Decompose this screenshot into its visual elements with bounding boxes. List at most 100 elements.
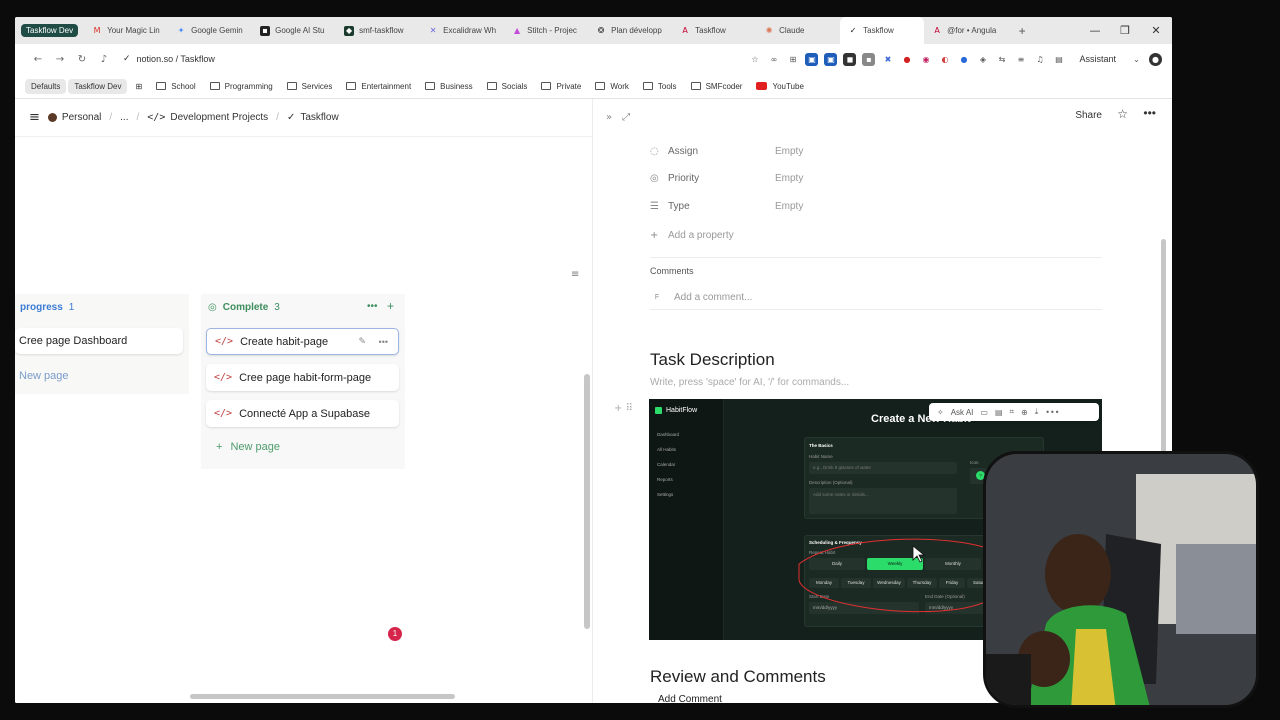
extension-icon[interactable]: ▤ <box>1052 53 1065 66</box>
maximize-icon[interactable]: ❐ <box>1110 17 1140 44</box>
assistant-button[interactable]: Assistant <box>1079 54 1116 64</box>
ask-ai-button[interactable]: Ask AI <box>951 408 974 417</box>
add-comment-button[interactable]: Add Comment <box>650 692 730 703</box>
breadcrumb-ellipsis[interactable]: ... <box>120 112 128 123</box>
extension-icon[interactable]: ▣ <box>824 52 838 66</box>
more-icon[interactable]: ••• <box>1143 106 1156 120</box>
bookmark-school[interactable]: School <box>150 79 201 94</box>
url-field[interactable]: ✓ notion.so / Taskflow <box>123 54 215 64</box>
scroll-thumb[interactable] <box>584 374 590 629</box>
minimize-icon[interactable]: — <box>1080 17 1110 44</box>
tab-smf-taskflow[interactable]: ◆ smf-taskflow <box>336 17 420 44</box>
link-icon[interactable]: ∞ <box>767 53 780 66</box>
tab-label: Plan développ <box>611 26 662 35</box>
zoom-icon[interactable]: ⊕ <box>1021 408 1028 417</box>
card-cree-page-dashboard[interactable]: Cree page Dashboard <box>15 328 183 354</box>
extension-icon[interactable]: ◉ <box>919 53 932 66</box>
expand-icon[interactable]: ⤢ <box>622 112 630 123</box>
extension-icon[interactable]: ▪ <box>862 52 876 66</box>
bookmark-star-icon[interactable]: ☆ <box>748 53 761 66</box>
breadcrumb-dev-projects[interactable]: </> Development Projects <box>147 112 268 123</box>
forward-icon[interactable]: → <box>49 54 71 65</box>
new-tab-icon[interactable]: + <box>1012 24 1032 38</box>
caption-icon[interactable]: ▤ <box>995 408 1003 417</box>
plus-icon: + <box>216 441 223 453</box>
bookmark-tools[interactable]: Tools <box>637 79 683 94</box>
tab-gemini[interactable]: ✦ Google Gemin <box>168 17 252 44</box>
close-window-icon[interactable]: ✕ <box>1141 17 1171 44</box>
extension-icon[interactable]: ⇆ <box>995 53 1008 66</box>
column-header: ◎ Complete 3 <box>208 302 280 313</box>
reload-icon[interactable]: ↻ <box>71 54 93 65</box>
tab-claude[interactable]: ✺ Claude <box>756 17 840 44</box>
new-page-button[interactable]: New page <box>19 370 69 382</box>
profile-avatar[interactable]: ● <box>1149 52 1162 66</box>
vertical-scrollbar[interactable] <box>584 119 590 685</box>
filter-icon[interactable]: ≡ <box>571 269 579 280</box>
extension-icon[interactable]: ● <box>957 53 970 66</box>
bookmark-business[interactable]: Business <box>419 79 478 94</box>
mic-icon[interactable]: ♪ <box>93 54 115 65</box>
more-icon[interactable]: ••• <box>367 301 378 312</box>
tab-angular-for[interactable]: A @for • Angula <box>924 17 1008 44</box>
comment-input[interactable]: F Add a comment... <box>650 286 1102 310</box>
bookmark-private[interactable]: Private <box>535 79 587 94</box>
folder-icon <box>690 82 701 90</box>
bookmark-work[interactable]: Work <box>589 79 635 94</box>
bookmark-socials[interactable]: Socials <box>481 79 534 94</box>
bookmark-defaults[interactable]: Defaults <box>25 78 67 94</box>
crop-icon[interactable]: ⌗ <box>1010 407 1015 417</box>
notification-badge[interactable]: 1 <box>388 627 402 641</box>
more-icon[interactable]: ••• <box>379 337 388 347</box>
favorite-star-icon[interactable]: ☆ <box>1117 107 1128 121</box>
drag-handle-icon[interactable]: + ⠿ <box>614 403 633 414</box>
tab-chatgpt[interactable]: ❂ Plan développ <box>588 17 672 44</box>
card-cree-page-habit-form[interactable]: </> Cree page habit-form-page <box>206 364 399 391</box>
audio-icon[interactable]: ♫ <box>1033 53 1046 66</box>
chevron-down-icon[interactable]: ⌄ <box>1130 53 1143 66</box>
back-icon[interactable]: ← <box>27 54 49 65</box>
edit-icon[interactable]: ✎ <box>358 337 366 347</box>
tab-ai-studio[interactable]: ▪ Google AI Stu <box>252 17 336 44</box>
menu-icon[interactable]: ≡ <box>1014 53 1027 66</box>
extension-icon[interactable]: ◈ <box>976 53 989 66</box>
bookmark-entertainment[interactable]: Entertainment <box>340 79 417 94</box>
more-icon[interactable]: ••• <box>1045 408 1059 417</box>
apps-grid-icon[interactable]: ⊞ <box>129 79 148 94</box>
add-icon[interactable]: + <box>387 299 394 313</box>
extension-icon[interactable]: ● <box>900 53 913 66</box>
add-property-button[interactable]: + Add a property <box>650 225 1050 245</box>
new-page-button[interactable]: + New page <box>216 441 280 453</box>
bookmark-youtube[interactable]: YouTube <box>750 79 809 94</box>
tab-taskflow-angular[interactable]: A Taskflow <box>672 17 756 44</box>
tab-group-taskflow-dev[interactable]: Taskflow Dev <box>15 17 84 44</box>
tab-stitch[interactable]: ▲ Stitch - Projec <box>504 17 588 44</box>
comment-icon[interactable]: ▭ <box>980 408 988 417</box>
editor-placeholder[interactable]: Write, press 'space' for AI, '/' for com… <box>650 377 849 388</box>
breadcrumb-personal[interactable]: Personal <box>47 112 101 123</box>
breadcrumb-taskflow[interactable]: ✓ Taskflow <box>287 112 339 123</box>
extension-icon[interactable]: ▣ <box>805 52 819 66</box>
download-icon[interactable]: ⤓ <box>1035 407 1039 417</box>
bookmark-programming[interactable]: Programming <box>204 79 279 94</box>
bookmark-taskflow-dev[interactable]: Taskflow Dev <box>68 78 128 94</box>
bookmark-services[interactable]: Services <box>281 79 339 94</box>
property-assign[interactable]: ◌ Assign Empty <box>650 143 1050 157</box>
tab-taskflow-notion[interactable]: ✓ Taskflow <box>840 17 925 44</box>
hamburger-menu-icon[interactable]: ≡ <box>29 110 40 125</box>
property-priority[interactable]: ◎ Priority Empty <box>650 168 1050 188</box>
card-connecte-app-supabase[interactable]: </> Connecté App a Supabase <box>206 400 399 427</box>
bookmark-label: Services <box>301 81 333 91</box>
tab-gmail[interactable]: M Your Magic Lin <box>84 17 168 44</box>
extension-icon[interactable]: ◐ <box>938 53 951 66</box>
extension-icon[interactable]: ◼ <box>843 52 857 66</box>
extension-icon[interactable]: ⊞ <box>786 53 799 66</box>
property-type[interactable]: ☰ Type Empty <box>650 196 1050 216</box>
close-peek-icon[interactable]: » <box>606 112 612 123</box>
bookmark-smfcoder[interactable]: SMFcoder <box>685 79 749 94</box>
horizontal-scrollbar[interactable] <box>190 694 455 699</box>
extension-icon[interactable]: ✖ <box>881 53 894 66</box>
tab-excalidraw[interactable]: ✕ Excalidraw Wh <box>420 17 504 44</box>
share-button[interactable]: Share <box>1075 110 1102 121</box>
card-create-habit-page[interactable]: </> Create habit-page ✎ ••• <box>206 328 399 355</box>
